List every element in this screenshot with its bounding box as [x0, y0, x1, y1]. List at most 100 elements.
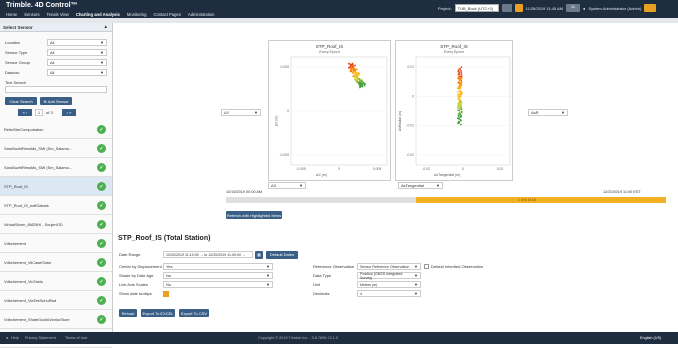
scatter-point: [459, 90, 462, 93]
page-input[interactable]: 1: [35, 109, 43, 116]
sensor-list-item[interactable]: Vdbchement_VioTablo ✓: [0, 272, 112, 291]
scatter-point: [457, 90, 459, 93]
sensor-name: SaruBuzhtRessMs_SMI (Sm_Salamu...: [4, 164, 73, 170]
sensor-list-item[interactable]: SaruBuzhtRessMs_SMI (Sm_Salamu... ✓: [0, 158, 112, 177]
option-row: Unit Meters (m) ▼: [313, 281, 421, 288]
default-dates-button[interactable]: Default Dates: [266, 250, 298, 259]
option-select[interactable]: Yes ▼: [163, 263, 273, 270]
filter-sensor-type: Sensor Type All ▼: [5, 49, 107, 56]
language-select[interactable]: English (US): [640, 336, 661, 340]
notification-count[interactable]: 11: [566, 4, 580, 12]
sensor-list-item[interactable]: STP_Roof_IS ✓: [0, 177, 112, 196]
option-select[interactable]: No ▼: [163, 272, 273, 279]
collapse-icon[interactable]: ▲: [104, 24, 108, 29]
sensor-list-item[interactable]: Vdbchement ✓: [0, 234, 112, 253]
option-row: Shade by Date Age No ▼: [119, 272, 273, 279]
scatter-point: [361, 85, 364, 88]
scatter-point: [458, 68, 461, 70]
user-name[interactable]: System Administrator (Admin): [588, 6, 641, 11]
left-scatter-plot[interactable]: 0.005 0 -0.005 -0.005 0 0.005: [269, 41, 392, 182]
copyright: Copyright © 2019 Trimble Inc. - 5.8.7896…: [258, 336, 339, 340]
right-chart-panel: STP_Roof_IS Every Epoch 0.01 0 -0.01 -0.02-…: [395, 40, 513, 181]
warning-icon[interactable]: [514, 4, 523, 12]
right-y-dropdown[interactable]: ΔsR ▼: [528, 109, 568, 116]
scatter-point: [354, 73, 357, 75]
project-label: Project:: [438, 5, 452, 11]
refresh-highlighted-button[interactable]: Refresh with Highlighted Items: [226, 211, 282, 219]
calendar-icon[interactable]: ▦: [255, 250, 263, 259]
scatter-point: [355, 75, 357, 78]
logout-icon[interactable]: [644, 4, 657, 12]
option-select[interactable]: No ▼: [163, 281, 273, 288]
x-tick-label: 0.005: [373, 167, 382, 171]
sensor-list-item[interactable]: Vdbchement_ShateGcubkVonkuSture ✓: [0, 310, 112, 329]
nav-sensors[interactable]: Sensors: [24, 12, 39, 17]
help-link[interactable]: Help: [11, 336, 19, 340]
sensor-name: Vdbchement: [4, 240, 26, 246]
sidebar-header: Select Sensor ▲: [0, 23, 112, 32]
left-x-label: ΔX (m): [316, 173, 327, 177]
right-scatter-plot[interactable]: 0.01 0 -0.01 -0.02 -0.02 0 0.02: [396, 41, 514, 182]
date-range-input[interactable]: 10/20/2019 11:10:00 → to 12/20/2019 11:0…: [163, 251, 253, 258]
sensor-list-item[interactable]: Vdbchement_ViiCaselSutur ✓: [0, 253, 112, 272]
scatter-point: [358, 78, 361, 80]
time-slider-range[interactable]: [416, 197, 666, 203]
status-ok-icon: ✓: [97, 315, 106, 324]
privacy-link[interactable]: Privacy Statement: [25, 336, 56, 340]
terms-link[interactable]: Terms of Use: [65, 336, 87, 340]
next-page-button[interactable]: › »: [62, 109, 76, 116]
clear-search-button[interactable]: Clear Search: [5, 97, 37, 105]
nav-administration[interactable]: Administration: [188, 12, 215, 17]
nav-monitoring[interactable]: Monitoring: [127, 12, 147, 17]
sensor-list-item[interactable]: RebsSterCompubation ✓: [0, 120, 112, 139]
y-tick-label: 0.01: [407, 65, 414, 69]
nav-tenals-view[interactable]: Tenals View: [47, 12, 69, 17]
sensor-list-item[interactable]: Vdbchement_ViaTeeSchuRtwi ✓: [0, 291, 112, 310]
scatter-point: [460, 108, 463, 111]
option-select[interactable]: Sensor Reference Observation ▼: [357, 263, 421, 270]
prev-page-button[interactable]: « ‹: [18, 109, 32, 116]
nav-contact-pages[interactable]: Contact Pages: [153, 12, 180, 17]
chevron-down-icon: ▼: [100, 50, 104, 55]
export-csv-button[interactable]: Export To CSV: [179, 309, 209, 317]
nav-home[interactable]: Home: [6, 12, 17, 17]
alarm-icon[interactable]: [501, 4, 512, 12]
date-tooltips-checkbox[interactable]: [163, 290, 169, 297]
time-slider-track[interactable]: 1 of 6 of 18: [226, 197, 666, 203]
option-select[interactable]: Meters (m) ▼: [357, 281, 421, 288]
x-tick-label: 0.02: [497, 167, 504, 171]
nav-charting[interactable]: Charting and Analysis: [76, 12, 120, 17]
y-tick-label: -0.005: [279, 153, 289, 157]
status-ok-icon: ✓: [97, 201, 106, 210]
export-excel-button[interactable]: Export To EXCEL: [141, 309, 175, 317]
left-y-dropdown[interactable]: ΔY ▼: [221, 109, 261, 116]
project-select[interactable]: TUB_Bock (UTC+2): [454, 4, 499, 12]
y-tick-label: 0.005: [281, 65, 290, 69]
y-tick-label: -0.01: [406, 124, 414, 128]
left-x-dropdown[interactable]: ΔX ▼: [268, 182, 306, 189]
page-total: of 3: [46, 110, 53, 115]
option-select[interactable]: Position (GNSS Integrated Survey) ▼: [357, 272, 421, 280]
add-sensor-button[interactable]: ⊕ Add Sensor: [40, 97, 72, 105]
sensor-name: VirtualStorm_6M25HI - SoujeriOD: [4, 221, 63, 227]
scatter-point: [458, 109, 461, 112]
top-header: Trimble. 4D Control™ Home Sensors Tenals…: [0, 0, 678, 18]
filter-sensor-group: Sensor Group All ▼: [5, 59, 107, 66]
scatter-point: [458, 79, 461, 82]
sensor-list-item[interactable]: VirtualStorm_6M25HI - SoujeriOD ✓: [0, 215, 112, 234]
scatter-point: [459, 116, 462, 118]
reload-button[interactable]: Reload: [119, 309, 137, 317]
chevron-down-icon: ▼: [100, 60, 104, 65]
sensor-list-item[interactable]: SaruBuzhtRessMs_SMI (Sm_Salamu... ✓: [0, 139, 112, 158]
datetime: 11/26/2019 11:45 AM: [525, 5, 563, 11]
sensor-name: Vdbchement_VioTablo: [4, 278, 43, 284]
chevron-down-icon: ▼: [254, 110, 258, 115]
x-tick-label: 0: [462, 167, 464, 171]
status-ok-icon: ✓: [97, 163, 106, 172]
sensor-list-item[interactable]: STP_Roof_IS_eoffGabsts ✓: [0, 196, 112, 215]
option-select[interactable]: 4 ▼: [357, 290, 421, 297]
inherited-checkbox[interactable]: [424, 264, 429, 269]
text-search-input[interactable]: [5, 86, 107, 93]
option-row: Data Type Position (GNSS Integrated Surve…: [313, 272, 421, 280]
right-x-dropdown[interactable]: ΔsTangential ▼: [398, 182, 443, 189]
